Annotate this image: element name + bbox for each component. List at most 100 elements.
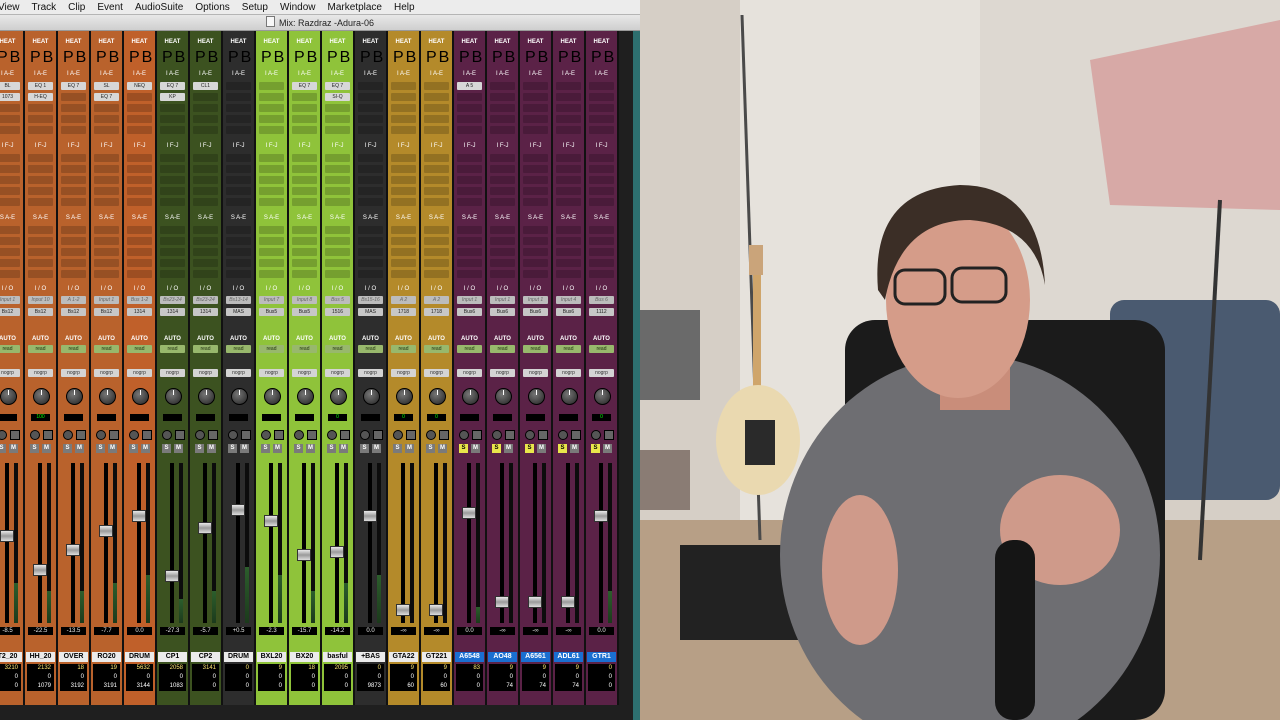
- output-selector[interactable]: Bus6: [457, 308, 482, 316]
- input-selector[interactable]: A 1-2: [61, 296, 86, 304]
- send-slot[interactable]: [127, 270, 152, 278]
- record-enable-button[interactable]: [261, 430, 271, 440]
- send-slot[interactable]: [94, 259, 119, 267]
- empty-insert-slot[interactable]: [94, 198, 119, 206]
- send-slot[interactable]: [424, 248, 449, 256]
- empty-insert-slot[interactable]: [589, 93, 614, 101]
- input-selector[interactable]: A 2: [391, 296, 416, 304]
- group-selector[interactable]: nogrp: [259, 369, 284, 377]
- pan-knob[interactable]: [0, 388, 17, 405]
- input-monitor-button[interactable]: [505, 430, 515, 440]
- empty-insert-slot[interactable]: [358, 187, 383, 195]
- empty-insert-slot[interactable]: [61, 154, 86, 162]
- send-slot[interactable]: [226, 226, 251, 234]
- empty-insert-slot[interactable]: [523, 187, 548, 195]
- solo-button[interactable]: S: [327, 444, 336, 453]
- heat-b-button[interactable]: B: [208, 49, 219, 67]
- empty-insert-slot[interactable]: [325, 165, 350, 173]
- pan-knob[interactable]: [297, 388, 314, 405]
- empty-insert-slot[interactable]: [226, 93, 251, 101]
- heat-b-button[interactable]: B: [307, 49, 318, 67]
- record-enable-button[interactable]: [129, 430, 139, 440]
- insert-slot[interactable]: EQ 7: [61, 82, 86, 90]
- send-slot[interactable]: [589, 248, 614, 256]
- heat-p-button[interactable]: P: [0, 49, 8, 67]
- heat-b-button[interactable]: B: [373, 49, 384, 67]
- group-selector[interactable]: nogrp: [523, 369, 548, 377]
- pan-knob[interactable]: [264, 388, 281, 405]
- empty-insert-slot[interactable]: [28, 154, 53, 162]
- empty-insert-slot[interactable]: [556, 176, 581, 184]
- empty-insert-slot[interactable]: [0, 198, 20, 206]
- heat-p-button[interactable]: P: [30, 49, 41, 67]
- heat-p-button[interactable]: P: [525, 49, 536, 67]
- empty-insert-slot[interactable]: [0, 165, 20, 173]
- mute-button[interactable]: M: [537, 444, 546, 453]
- empty-insert-slot[interactable]: [193, 126, 218, 134]
- empty-insert-slot[interactable]: [457, 176, 482, 184]
- empty-insert-slot[interactable]: [292, 187, 317, 195]
- empty-insert-slot[interactable]: [292, 93, 317, 101]
- track-name[interactable]: GTA22: [389, 652, 418, 662]
- heat-p-button[interactable]: P: [162, 49, 173, 67]
- automation-mode-selector[interactable]: read: [259, 345, 284, 353]
- heat-b-button[interactable]: B: [241, 49, 252, 67]
- send-slot[interactable]: [490, 259, 515, 267]
- insert-slot[interactable]: KP: [160, 93, 185, 101]
- output-selector[interactable]: MAS: [226, 308, 251, 316]
- empty-insert-slot[interactable]: [160, 165, 185, 173]
- insert-slot[interactable]: SI-Q: [325, 93, 350, 101]
- track-name[interactable]: HH_20: [26, 652, 55, 662]
- input-monitor-button[interactable]: [604, 430, 614, 440]
- insert-slot[interactable]: A 5: [457, 82, 482, 90]
- empty-insert-slot[interactable]: [160, 126, 185, 134]
- send-slot[interactable]: [193, 259, 218, 267]
- pan-knob[interactable]: [396, 388, 413, 405]
- empty-insert-slot[interactable]: [292, 198, 317, 206]
- send-slot[interactable]: [556, 237, 581, 245]
- empty-insert-slot[interactable]: [94, 176, 119, 184]
- mix-window-titlebar[interactable]: Mix: Razdraz -Adura-06: [0, 15, 640, 31]
- empty-insert-slot[interactable]: [457, 126, 482, 134]
- send-slot[interactable]: [391, 248, 416, 256]
- automation-mode-selector[interactable]: read: [94, 345, 119, 353]
- record-enable-button[interactable]: [96, 430, 106, 440]
- volume-fader[interactable]: [99, 525, 113, 537]
- pan-knob[interactable]: [33, 388, 50, 405]
- track-name[interactable]: AO48: [488, 652, 517, 662]
- empty-insert-slot[interactable]: [259, 165, 284, 173]
- empty-insert-slot[interactable]: [358, 165, 383, 173]
- heat-p-button[interactable]: P: [195, 49, 206, 67]
- empty-insert-slot[interactable]: [193, 115, 218, 123]
- menu-audiosuite[interactable]: AudioSuite: [129, 0, 189, 15]
- group-selector[interactable]: nogrp: [589, 369, 614, 377]
- empty-insert-slot[interactable]: [226, 198, 251, 206]
- track-name[interactable]: ADL61: [554, 652, 583, 662]
- volume-fader[interactable]: [561, 596, 575, 608]
- group-selector[interactable]: nogrp: [94, 369, 119, 377]
- empty-insert-slot[interactable]: [523, 176, 548, 184]
- empty-insert-slot[interactable]: [127, 165, 152, 173]
- empty-insert-slot[interactable]: [325, 187, 350, 195]
- heat-p-button[interactable]: P: [426, 49, 437, 67]
- empty-insert-slot[interactable]: [490, 187, 515, 195]
- mute-button[interactable]: M: [570, 444, 579, 453]
- empty-insert-slot[interactable]: [523, 126, 548, 134]
- automation-mode-selector[interactable]: read: [193, 345, 218, 353]
- volume-fader[interactable]: [0, 530, 14, 542]
- empty-insert-slot[interactable]: [556, 154, 581, 162]
- empty-insert-slot[interactable]: [358, 126, 383, 134]
- volume-fader[interactable]: [165, 570, 179, 582]
- empty-insert-slot[interactable]: [457, 115, 482, 123]
- empty-insert-slot[interactable]: [28, 198, 53, 206]
- input-selector[interactable]: Bus 6: [589, 296, 614, 304]
- heat-b-button[interactable]: B: [109, 49, 120, 67]
- solo-button[interactable]: S: [96, 444, 105, 453]
- empty-insert-slot[interactable]: [457, 187, 482, 195]
- empty-insert-slot[interactable]: [61, 187, 86, 195]
- group-selector[interactable]: nogrp: [226, 369, 251, 377]
- empty-insert-slot[interactable]: [358, 104, 383, 112]
- empty-insert-slot[interactable]: [424, 187, 449, 195]
- empty-insert-slot[interactable]: [0, 104, 20, 112]
- empty-insert-slot[interactable]: [358, 115, 383, 123]
